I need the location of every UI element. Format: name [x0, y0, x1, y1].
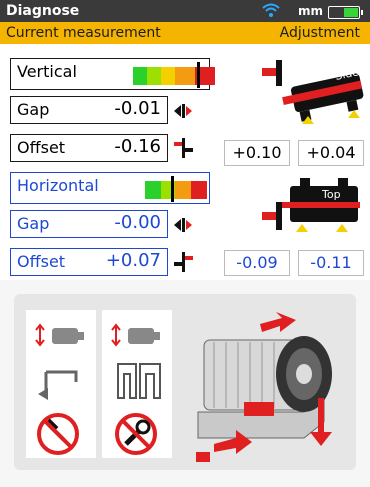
horizontal-gap-label: Gap — [17, 214, 50, 233]
vertical-tolerance-meter — [133, 67, 215, 85]
vertical-box[interactable]: Vertical — [10, 58, 215, 90]
no-wrench-icon — [114, 412, 158, 460]
unit-label: mm — [298, 4, 324, 18]
app-title: Diagnose — [6, 3, 80, 19]
horizontal-needle — [171, 176, 174, 202]
vertical-offset-value: -0.16 — [114, 136, 161, 157]
vertical-gap-box[interactable]: Gap -0.01 — [10, 96, 168, 124]
vertical-label: Vertical — [17, 62, 77, 81]
vertical-adjust-front: +0.10 — [224, 140, 290, 166]
vertical-gap-label: Gap — [17, 100, 50, 119]
header-current-measurement: Current measurement — [6, 25, 161, 41]
measurement-screen: Vertical Gap -0.01 Offset -0.16 Side +0.… — [0, 44, 370, 280]
horizontal-box[interactable]: Horizontal — [10, 172, 210, 204]
clamp-icon — [36, 360, 86, 406]
motor-vertical-icon — [34, 322, 86, 352]
horizontal-gap-value: -0.00 — [114, 212, 161, 233]
gap-icon — [172, 216, 194, 238]
offset-icon — [172, 138, 194, 162]
wifi-icon — [262, 3, 280, 22]
side-view-icon: Side — [256, 52, 364, 146]
vertical-gap-value: -0.01 — [114, 98, 161, 119]
horizontal-label: Horizontal — [17, 176, 99, 195]
header-adjustment: Adjustment — [279, 25, 360, 41]
horizontal-gap-box[interactable]: Gap -0.00 — [10, 210, 168, 238]
motor-vertical-icon — [110, 322, 162, 352]
vertical-offset-box[interactable]: Offset -0.16 — [10, 134, 168, 162]
top-view-icon: Top — [256, 172, 364, 238]
gap-icon — [172, 102, 194, 124]
section-header: Current measurement Adjustment — [0, 22, 370, 44]
horizontal-offset-box[interactable]: Offset +0.07 — [10, 248, 168, 276]
motor-adjustment-icon — [184, 302, 352, 470]
vertical-adjust-rear: +0.04 — [298, 140, 364, 166]
battery-icon — [328, 6, 363, 19]
horizontal-adjust-rear: -0.11 — [298, 250, 364, 276]
status-bar: Diagnose mm — [0, 0, 370, 22]
horizontal-adjust-front: -0.09 — [224, 250, 290, 276]
horizontal-offset-value: +0.07 — [105, 250, 161, 271]
offset-icon — [172, 252, 194, 276]
shims-icon — [114, 360, 164, 406]
horizontal-tolerance-meter — [145, 181, 227, 199]
top-view-label: Top — [321, 188, 341, 201]
horizontal-offset-label: Offset — [17, 252, 66, 271]
vertical-needle — [197, 62, 200, 88]
vertical-offset-label: Offset — [17, 138, 66, 157]
no-hammer-icon — [36, 412, 80, 460]
diagnose-panel — [14, 294, 356, 470]
